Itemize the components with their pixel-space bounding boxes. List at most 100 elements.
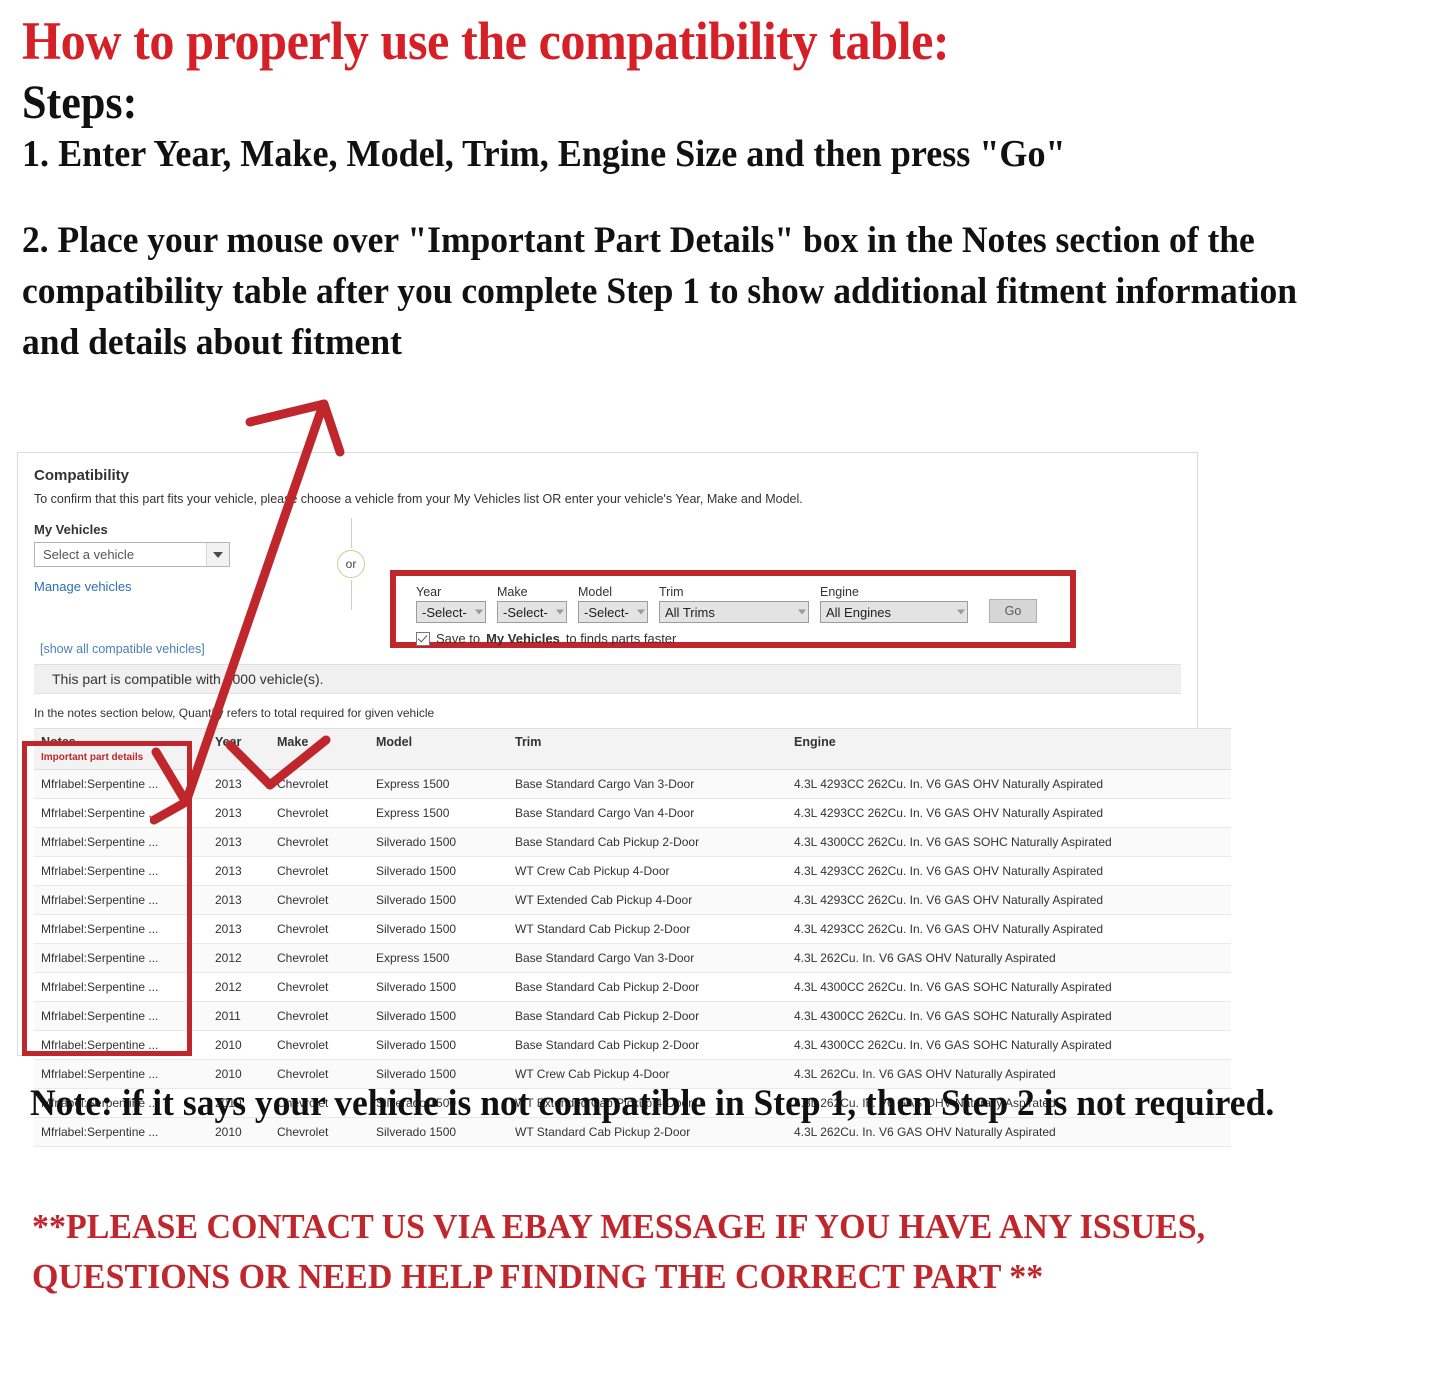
trim-select[interactable]: All Trims (659, 601, 809, 623)
cell-trim: Base Standard Cab Pickup 2-Door (508, 1030, 787, 1060)
cell-notes[interactable]: Mfrlabel:Serpentine ... (34, 1030, 208, 1060)
cell-notes[interactable]: Mfrlabel:Serpentine ... (34, 885, 208, 915)
compatibility-status-text: This part is compatible with 1000 vehicl… (52, 671, 324, 687)
cell-year: 2012 (208, 972, 270, 1002)
page-title: How to properly use the compatibility ta… (22, 11, 950, 71)
header-trim[interactable]: Trim (508, 728, 787, 770)
cell-make: Chevrolet (270, 1001, 369, 1031)
year-label: Year (416, 585, 442, 599)
chevron-down-icon (637, 609, 645, 615)
cell-make: Chevrolet (270, 856, 369, 886)
cell-year: 2013 (208, 769, 270, 799)
year-select[interactable]: -Select- (416, 601, 486, 623)
save-vehicle-checkbox[interactable] (416, 631, 430, 646)
chevron-down-icon (556, 609, 564, 615)
cell-model: Silverado 1500 (369, 1001, 508, 1031)
header-notes[interactable]: Notes Important part details (34, 728, 208, 770)
cell-notes[interactable]: Mfrlabel:Serpentine ... (34, 914, 208, 944)
cell-year: 2011 (208, 1001, 270, 1031)
go-button[interactable]: Go (989, 599, 1037, 623)
cell-year: 2013 (208, 827, 270, 857)
cell-model: Silverado 1500 (369, 856, 508, 886)
chevron-down-icon (206, 543, 229, 566)
table-row: Mfrlabel:Serpentine ... 2012 Chevrolet Expr… (34, 943, 1231, 973)
step-one-text: 1. Enter Year, Make, Model, Trim, Engine… (22, 133, 1066, 176)
cell-notes[interactable]: Mfrlabel:Serpentine ... (34, 769, 208, 799)
chevron-down-icon (957, 609, 965, 615)
cell-trim: Base Standard Cab Pickup 2-Door (508, 827, 787, 857)
save-bold-text: My Vehicles (486, 631, 560, 646)
cell-notes[interactable]: Mfrlabel:Serpentine ... (34, 827, 208, 857)
table-row: Mfrlabel:Serpentine ... 2011 Chevrolet Silv… (34, 1001, 1231, 1031)
header-engine[interactable]: Engine (787, 728, 1231, 770)
model-field-group: Model -Select- (578, 585, 648, 623)
header-model[interactable]: Model (369, 728, 508, 770)
instructions-block: How to properly use the compatibility ta… (22, 11, 1422, 368)
save-suffix-text: to finds parts faster (565, 631, 677, 646)
cell-trim: Base Standard Cargo Van 4-Door (508, 798, 787, 828)
cell-make: Chevrolet (270, 943, 369, 973)
make-select-value: -Select- (503, 604, 548, 620)
cell-engine: 4.3L 4293CC 262Cu. In. V6 GAS OHV Natura… (787, 856, 1231, 886)
cell-trim: WT Crew Cab Pickup 4-Door (508, 856, 787, 886)
table-row: Mfrlabel:Serpentine ... 2013 Chevrolet Expr… (34, 798, 1231, 828)
table-row: Mfrlabel:Serpentine ... 2013 Chevrolet Silv… (34, 885, 1231, 915)
contact-note-text: **PLEASE CONTACT US VIA EBAY MESSAGE IF … (32, 1207, 1206, 1296)
header-notes-sublabel: Important part details (41, 752, 144, 763)
vehicle-finder-fields: Year -Select- Make -Select- Model -Selec… (396, 576, 1070, 623)
compatibility-heading: Compatibility (34, 467, 130, 484)
table-row: Mfrlabel:Serpentine ... 2013 Chevrolet Silv… (34, 856, 1231, 886)
cell-trim: WT Standard Cab Pickup 2-Door (508, 914, 787, 944)
table-row: Mfrlabel:Serpentine ... 2013 Chevrolet Silv… (34, 827, 1231, 857)
cell-notes[interactable]: Mfrlabel:Serpentine ... (34, 1001, 208, 1031)
my-vehicles-label: My Vehicles (34, 522, 108, 537)
save-to-my-vehicles-row: Save to My Vehicles to finds parts faste… (396, 623, 1070, 646)
compatibility-panel: Compatibility To confirm that this part … (17, 452, 1231, 1147)
cell-notes[interactable]: Mfrlabel:Serpentine ... (34, 943, 208, 973)
header-make[interactable]: Make (270, 728, 369, 770)
year-field-group: Year -Select- (416, 585, 486, 623)
engine-field-group: Engine All Engines (820, 585, 968, 623)
header-notes-label: Notes (41, 735, 76, 749)
cell-make: Chevrolet (270, 885, 369, 915)
cell-trim: Base Standard Cargo Van 3-Door (508, 943, 787, 973)
chevron-down-icon (475, 609, 483, 615)
chevron-down-icon (798, 609, 806, 615)
cell-trim: Base Standard Cab Pickup 2-Door (508, 972, 787, 1002)
bottom-note-text: Note: if it says your vehicle is not com… (30, 1083, 1275, 1124)
engine-select[interactable]: All Engines (820, 601, 968, 623)
my-vehicles-select[interactable]: Select a vehicle (34, 542, 230, 567)
header-year[interactable]: Year (208, 728, 270, 770)
cell-make: Chevrolet (270, 827, 369, 857)
make-select[interactable]: -Select- (497, 601, 567, 623)
cell-engine: 4.3L 4293CC 262Cu. In. V6 GAS OHV Natura… (787, 885, 1231, 915)
cell-notes[interactable]: Mfrlabel:Serpentine ... (34, 798, 208, 828)
quantity-note: In the notes section below, Quantity ref… (34, 706, 435, 720)
cell-year: 2013 (208, 914, 270, 944)
model-select[interactable]: -Select- (578, 601, 648, 623)
cell-engine: 4.3L 262Cu. In. V6 GAS OHV Naturally Asp… (787, 943, 1231, 973)
my-vehicles-select-value: Select a vehicle (43, 547, 135, 562)
manage-vehicles-link[interactable]: Manage vehicles (34, 579, 284, 594)
cell-engine: 4.3L 4293CC 262Cu. In. V6 GAS OHV Natura… (787, 798, 1231, 828)
table-row: Mfrlabel:Serpentine ... 2013 Chevrolet Expr… (34, 769, 1231, 799)
cell-notes[interactable]: Mfrlabel:Serpentine ... (34, 972, 208, 1002)
cell-notes[interactable]: Mfrlabel:Serpentine ... (34, 856, 208, 886)
trim-label: Trim (659, 585, 684, 599)
cell-engine: 4.3L 4300CC 262Cu. In. V6 GAS SOHC Natur… (787, 827, 1231, 857)
cell-model: Silverado 1500 (369, 1030, 508, 1060)
table-row: Mfrlabel:Serpentine ... 2013 Chevrolet Silv… (34, 914, 1231, 944)
year-select-value: -Select- (422, 604, 467, 620)
cell-make: Chevrolet (270, 914, 369, 944)
cell-engine: 4.3L 4293CC 262Cu. In. V6 GAS OHV Natura… (787, 769, 1231, 799)
steps-label: Steps: (22, 75, 138, 129)
engine-label: Engine (820, 585, 859, 599)
cell-trim: WT Extended Cab Pickup 4-Door (508, 885, 787, 915)
cell-year: 2013 (208, 798, 270, 828)
model-label: Model (578, 585, 613, 599)
make-field-group: Make -Select- (497, 585, 567, 623)
cell-model: Express 1500 (369, 798, 508, 828)
cell-year: 2013 (208, 856, 270, 886)
cell-model: Silverado 1500 (369, 827, 508, 857)
cell-year: 2012 (208, 943, 270, 973)
